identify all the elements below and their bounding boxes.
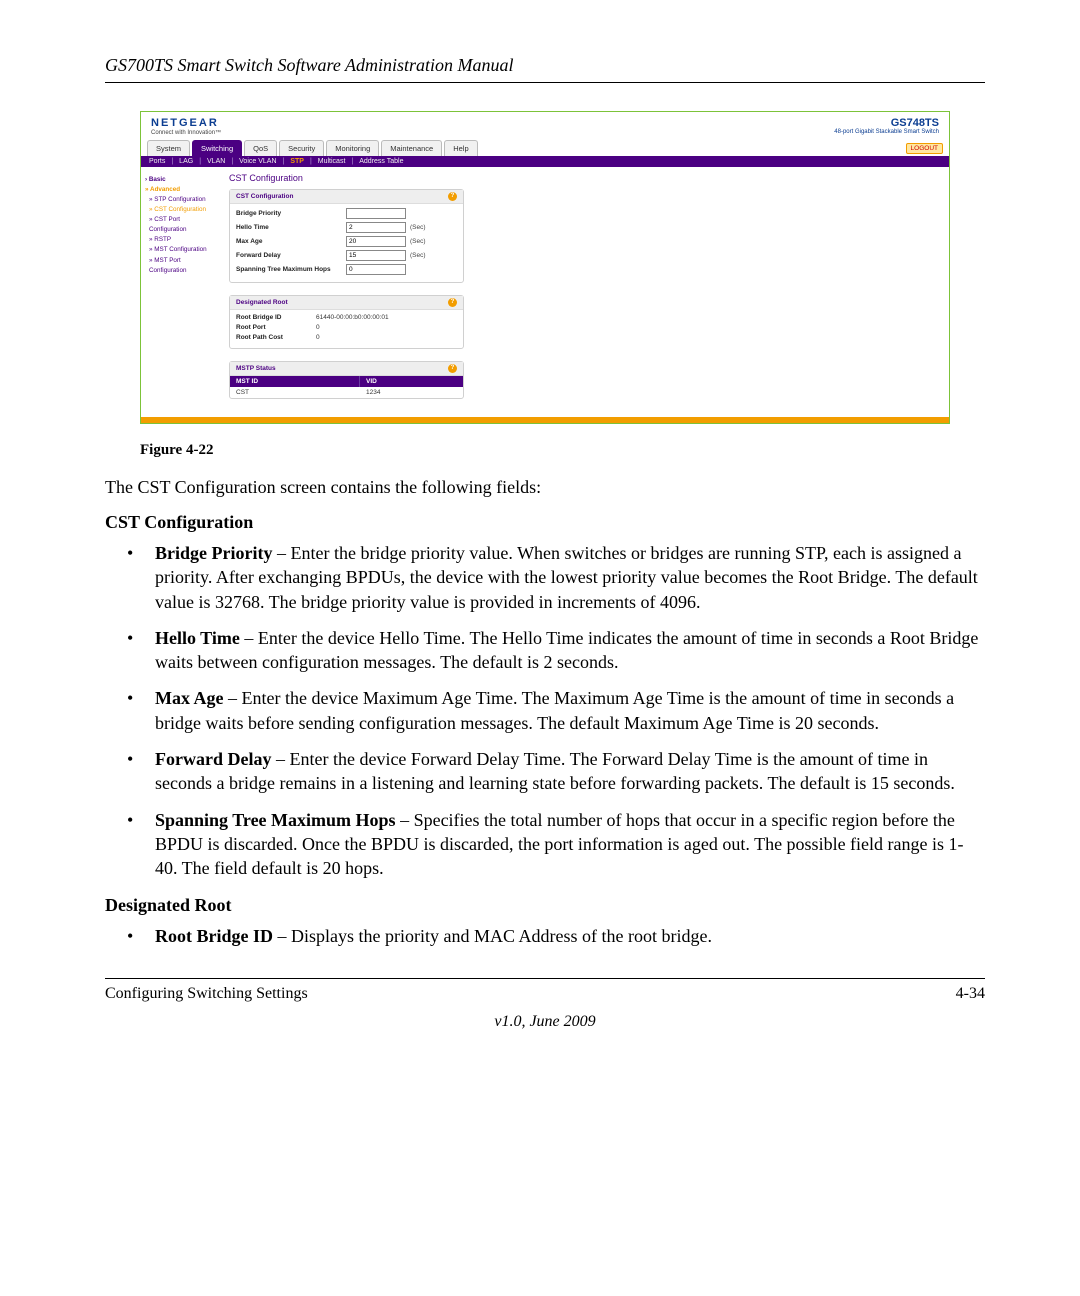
sidebar-item-stp-config[interactable]: » STP Configuration [145,195,217,205]
hello-time-input[interactable] [346,222,406,233]
section-designated-root: Designated Root [105,895,985,916]
mstp-col-vid: VID [360,376,463,387]
help-icon[interactable]: ? [448,364,457,373]
tab-qos[interactable]: QoS [244,140,277,156]
cst-panel-head: CST Configuration [236,193,293,200]
product-model-sub: 48-port Gigabit Stackable Smart Switch [834,129,939,135]
max-age-label: Max Age [236,238,346,245]
help-icon[interactable]: ? [448,298,457,307]
footer-section: Configuring Switching Settings [105,985,308,1003]
subnav-ports[interactable]: Ports [149,158,165,165]
def-hello-time: Hello Time – Enter the device Hello Time… [145,626,985,675]
sidebar-item-cst-config[interactable]: » CST Configuration [145,205,217,215]
netgear-logo: NETGEAR [151,117,221,129]
hello-time-label: Hello Time [236,224,346,231]
help-icon[interactable]: ? [448,192,457,201]
mstp-status-panel: MSTP Status ? MST ID VID CST 1234 [229,361,464,399]
root-definitions: Root Bridge ID – Displays the priority a… [105,924,985,948]
hello-time-unit: (Sec) [410,224,426,231]
def-forward-delay: Forward Delay – Enter the device Forward… [145,747,985,796]
sidebar-item-cst-port[interactable]: » CST Port Configuration [145,215,217,235]
mstp-col-mstid: MST ID [230,376,360,387]
sidebar-item-mst-config[interactable]: » MST Configuration [145,245,217,255]
doc-title: GS700TS Smart Switch Software Administra… [105,55,985,83]
subnav-multicast[interactable]: Multicast [318,158,346,165]
root-port-value: 0 [316,324,320,331]
forward-delay-unit: (Sec) [410,252,426,259]
tab-monitoring[interactable]: Monitoring [326,140,379,156]
footer-version: v1.0, June 2009 [105,1013,985,1031]
footer: Configuring Switching Settings 4-34 [105,978,985,1003]
cst-config-panel: CST Configuration ? Bridge Priority Hell… [229,189,464,283]
root-path-cost-label: Root Path Cost [236,334,316,341]
footer-stripe [141,417,949,423]
sidebar-advanced[interactable]: » Advanced [145,185,217,195]
subnav-vlan[interactable]: VLAN [207,158,225,165]
root-bridge-id-label: Root Bridge ID [236,314,316,321]
section-cst-config: CST Configuration [105,512,985,533]
max-hops-label: Spanning Tree Maximum Hops [236,266,346,273]
main-tabs: System Switching QoS Security Monitoring… [141,140,949,156]
subnav-addresstable[interactable]: Address Table [359,158,403,165]
subnav-voicevlan[interactable]: Voice VLAN [239,158,276,165]
lead-paragraph: The CST Configuration screen contains th… [105,477,985,498]
def-bridge-priority: Bridge Priority – Enter the bridge prior… [145,541,985,614]
logout-button[interactable]: LOGOUT [906,143,943,154]
mstp-row-vid: 1234 [360,387,386,398]
designated-root-panel: Designated Root ? Root Bridge ID 61440-0… [229,295,464,349]
forward-delay-label: Forward Delay [236,252,346,259]
root-panel-head: Designated Root [236,299,288,306]
tab-help[interactable]: Help [444,140,477,156]
footer-page: 4-34 [956,985,985,1003]
sidebar: › Basic » Advanced » STP Configuration »… [141,167,221,417]
root-port-label: Root Port [236,324,316,331]
bridge-priority-input[interactable] [346,208,406,219]
max-age-input[interactable] [346,236,406,247]
page-title: CST Configuration [229,173,941,183]
screenshot-figure: NETGEAR Connect with Innovation™ GS748TS… [140,111,950,424]
mstp-row-mstid: CST [230,387,360,398]
subnav-stp[interactable]: STP [290,158,304,165]
def-root-bridge-id: Root Bridge ID – Displays the priority a… [145,924,985,948]
tab-security[interactable]: Security [279,140,324,156]
tab-system[interactable]: System [147,140,190,156]
subnav-lag[interactable]: LAG [179,158,193,165]
max-hops-input[interactable] [346,264,406,275]
sub-nav: Ports| LAG| VLAN| Voice VLAN| STP| Multi… [141,156,949,167]
forward-delay-input[interactable] [346,250,406,261]
max-age-unit: (Sec) [410,238,426,245]
figure-caption: Figure 4-22 [140,442,950,459]
bridge-priority-label: Bridge Priority [236,210,346,217]
brand-tagline: Connect with Innovation™ [151,130,221,136]
sidebar-item-rstp[interactable]: » RSTP [145,235,217,245]
tab-switching[interactable]: Switching [192,140,242,156]
def-max-age: Max Age – Enter the device Maximum Age T… [145,686,985,735]
tab-maintenance[interactable]: Maintenance [381,140,442,156]
mstp-panel-head: MSTP Status [236,365,276,372]
sidebar-basic[interactable]: › Basic [145,175,217,185]
def-max-hops: Spanning Tree Maximum Hops – Specifies t… [145,808,985,881]
root-bridge-id-value: 61440-00:00:b0:00:00:01 [316,314,389,321]
sidebar-item-mst-port[interactable]: » MST Port Configuration [145,256,217,276]
root-path-cost-value: 0 [316,334,320,341]
product-model: GS748TS [834,117,939,129]
cst-definitions: Bridge Priority – Enter the bridge prior… [105,541,985,881]
